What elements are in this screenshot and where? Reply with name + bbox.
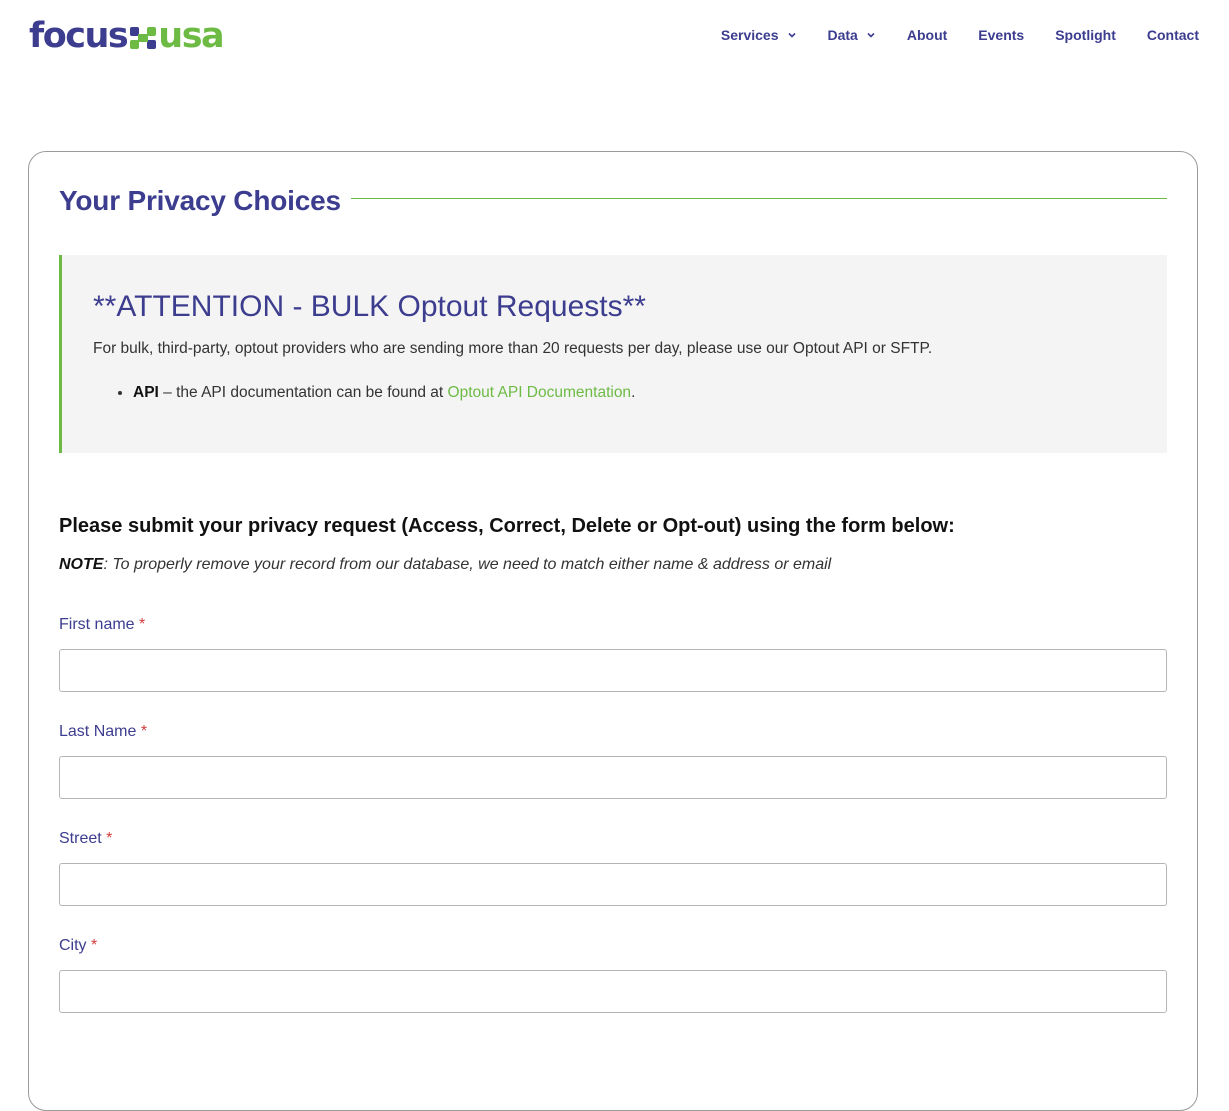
main-nav: Services Data About Events Spotlight Con… [721,25,1199,45]
last-name-label: Last Name * [59,722,147,742]
field-label-text: Street [59,830,102,847]
site-logo[interactable]: focus usa [29,14,225,58]
required-marker: * [140,723,148,740]
logo-text-focus: focus [29,16,129,56]
site-header: focus usa Services Data About Events Spo… [0,0,1229,72]
logo-text-usa: usa [158,16,224,56]
bulk-notice: **ATTENTION - BULK Optout Requests** For… [59,255,1167,453]
page-title: Your Privacy Choices [59,185,341,216]
field-label-text: City [59,937,87,954]
field-label-text: First name [59,616,135,633]
nav-item-services[interactable]: Services [721,25,797,45]
nav-item-label: Events [978,27,1025,43]
list-item: API – the API documentation can be found… [133,383,1167,403]
form-heading: Please submit your privacy request (Acce… [59,515,955,537]
api-text: – the API documentation can be found at [158,384,448,401]
nav-item-about[interactable]: About [907,25,947,45]
city-input[interactable] [59,970,1167,1013]
title-row: Your Privacy Choices [59,185,1167,217]
first-name-label: First name * [59,615,145,635]
api-label: API [133,384,159,401]
privacy-card: Your Privacy Choices **ATTENTION - BULK … [28,151,1198,1111]
nav-item-spotlight[interactable]: Spotlight [1055,25,1116,45]
title-divider [350,197,1167,199]
street-input[interactable] [59,863,1167,906]
nav-item-label: Services [720,27,779,43]
required-marker: * [106,830,113,847]
required-marker: * [139,616,146,633]
city-label: City * [59,936,97,956]
nav-item-label: Contact [1146,27,1199,43]
field-label-text: Last Name [59,723,137,740]
nav-item-events[interactable]: Events [978,25,1024,45]
api-end: . [631,384,636,401]
api-docs-link[interactable]: Optout API Documentation [448,384,632,401]
nav-item-label: Spotlight [1055,27,1116,43]
last-name-input[interactable] [59,756,1167,799]
note-text: : To properly remove your record from ou… [103,556,832,573]
street-label: Street * [59,829,112,849]
chevron-down-icon [787,32,796,38]
nav-item-label: About [906,27,948,43]
notice-list: API – the API documentation can be found… [133,383,1167,403]
nav-item-label: Data [827,27,858,43]
notice-text: For bulk, third-party, optout providers … [93,340,933,357]
first-name-input[interactable] [59,649,1167,692]
chevron-down-icon [867,32,875,38]
required-marker: * [91,937,98,954]
notice-title: **ATTENTION - BULK Optout Requests** [93,290,646,323]
note-label: NOTE [59,556,104,573]
nav-item-contact[interactable]: Contact [1147,25,1199,45]
form-note: NOTE: To properly remove your record fro… [59,555,1167,575]
nav-item-data[interactable]: Data [828,25,876,45]
logo-cross-icon [130,27,157,49]
